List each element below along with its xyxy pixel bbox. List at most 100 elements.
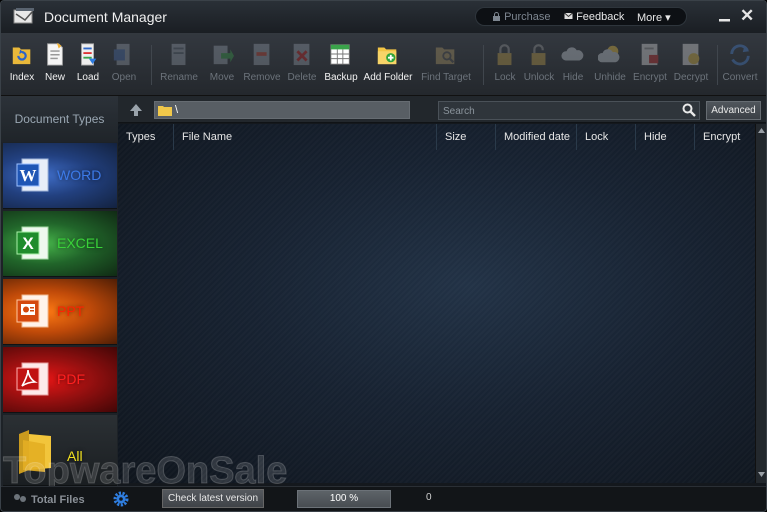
zoom-level: 100 % bbox=[297, 490, 391, 508]
path-bar: \ Advanced bbox=[118, 96, 766, 123]
column-file-name[interactable]: File Name bbox=[173, 124, 436, 150]
purchase-label: Purchase bbox=[504, 11, 551, 23]
lock-button[interactable]: Lock bbox=[490, 41, 520, 93]
delete-icon bbox=[293, 43, 310, 66]
powerpoint-icon bbox=[16, 294, 49, 328]
search-input[interactable] bbox=[438, 101, 700, 120]
excel-icon: X bbox=[16, 226, 49, 260]
more-menu[interactable]: More ▾ bbox=[637, 11, 671, 24]
hide-button[interactable]: Hide bbox=[559, 41, 587, 93]
path-text: \ bbox=[175, 104, 179, 116]
check-latest-version-button[interactable]: Check latest version bbox=[162, 489, 264, 508]
new-document-icon bbox=[47, 42, 63, 66]
new-button[interactable]: New bbox=[41, 41, 69, 93]
category-excel-label: EXCEL bbox=[57, 235, 103, 251]
purchase-link[interactable]: Purchase bbox=[492, 11, 551, 23]
svg-text:X: X bbox=[22, 234, 34, 253]
path-field[interactable]: \ bbox=[154, 101, 410, 119]
load-label: Load bbox=[76, 72, 100, 83]
move-icon bbox=[213, 45, 234, 65]
category-word-label: WORD bbox=[57, 167, 102, 183]
index-button[interactable]: Index bbox=[7, 41, 37, 93]
category-ppt[interactable]: PPT bbox=[3, 279, 117, 345]
svg-text:W: W bbox=[20, 166, 37, 185]
refresh-folder-icon bbox=[12, 47, 31, 65]
find-target-button[interactable]: Find Target bbox=[419, 41, 473, 93]
delete-label: Delete bbox=[287, 72, 317, 83]
unhide-cloud-icon bbox=[598, 45, 620, 63]
backup-button[interactable]: Backup bbox=[321, 41, 361, 93]
add-folder-label: Add Folder bbox=[363, 72, 413, 83]
mail-icon bbox=[564, 12, 573, 19]
remove-icon bbox=[253, 43, 270, 66]
backup-icon bbox=[330, 44, 350, 65]
word-icon: W bbox=[16, 158, 49, 192]
open-document-icon bbox=[113, 43, 130, 66]
column-lock[interactable]: Lock bbox=[576, 124, 635, 150]
file-count: 0 bbox=[426, 492, 432, 503]
app-window: Document Manager Purchase Feedback More … bbox=[0, 0, 767, 512]
column-modified-date[interactable]: Modified date bbox=[495, 124, 576, 150]
feedback-link[interactable]: Feedback bbox=[564, 11, 624, 23]
pdf-icon bbox=[16, 362, 49, 396]
category-pdf[interactable]: PDF bbox=[3, 347, 117, 413]
vertical-scrollbar[interactable] bbox=[755, 124, 766, 483]
lock-icon bbox=[493, 12, 500, 21]
lock-icon bbox=[497, 44, 512, 66]
file-list[interactable]: Types File Name Size Modified date Lock … bbox=[118, 124, 755, 483]
up-arrow-icon[interactable] bbox=[128, 102, 144, 118]
column-encrypt[interactable]: Encrypt bbox=[694, 124, 755, 150]
find-target-label: Find Target bbox=[421, 72, 471, 83]
add-folder-button[interactable]: Add Folder bbox=[363, 41, 413, 93]
category-excel[interactable]: X EXCEL bbox=[3, 211, 117, 277]
scroll-up-arrow-icon[interactable] bbox=[757, 126, 766, 136]
column-size[interactable]: Size bbox=[436, 124, 495, 150]
rename-button[interactable]: Rename bbox=[157, 41, 201, 93]
backup-label: Backup bbox=[324, 72, 358, 83]
decrypt-label: Decrypt bbox=[673, 72, 709, 83]
toolbar-separator bbox=[151, 45, 152, 85]
rename-label: Rename bbox=[160, 72, 198, 83]
hide-cloud-icon bbox=[561, 47, 584, 61]
advanced-search-button[interactable]: Advanced bbox=[706, 101, 761, 120]
column-hide[interactable]: Hide bbox=[635, 124, 694, 150]
remove-label: Remove bbox=[243, 72, 281, 83]
top-links-bar: Purchase Feedback More ▾ bbox=[475, 7, 687, 26]
total-files-label: Total Files bbox=[31, 494, 85, 506]
remove-button[interactable]: Remove bbox=[241, 41, 283, 93]
move-label: Move bbox=[209, 72, 235, 83]
title-bar: Document Manager Purchase Feedback More … bbox=[1, 1, 766, 33]
load-button[interactable]: Load bbox=[73, 41, 103, 93]
move-button[interactable]: Move bbox=[206, 41, 238, 93]
new-label: New bbox=[44, 72, 65, 83]
delete-button[interactable]: Delete bbox=[285, 41, 319, 93]
category-word[interactable]: W WORD bbox=[3, 143, 117, 209]
decrypt-button[interactable]: Decrypt bbox=[672, 41, 710, 93]
chevron-down-icon: ▾ bbox=[665, 12, 671, 24]
convert-label: Convert bbox=[722, 72, 758, 83]
search-icon[interactable] bbox=[682, 103, 696, 117]
hide-label: Hide bbox=[562, 72, 584, 83]
convert-icon bbox=[730, 44, 750, 66]
folder-icon bbox=[158, 106, 172, 116]
table-header: Types File Name Size Modified date Lock … bbox=[118, 124, 755, 150]
encrypt-button[interactable]: Encrypt bbox=[631, 41, 669, 93]
unhide-label: Unhide bbox=[594, 72, 626, 83]
toolbar-separator bbox=[483, 45, 484, 85]
lock-label: Lock bbox=[494, 72, 516, 83]
files-icon bbox=[14, 494, 26, 502]
convert-button[interactable]: Convert bbox=[720, 41, 760, 93]
unlock-label: Unlock bbox=[523, 72, 555, 83]
scroll-down-arrow-icon[interactable] bbox=[757, 469, 766, 479]
column-types[interactable]: Types bbox=[118, 124, 173, 150]
open-button[interactable]: Open bbox=[109, 41, 139, 93]
app-logo-icon bbox=[13, 8, 34, 24]
close-button[interactable]: ✕ bbox=[740, 7, 756, 25]
category-pdf-label: PDF bbox=[57, 371, 85, 387]
unlock-button[interactable]: Unlock bbox=[521, 41, 557, 93]
status-bar: Total Files Check latest version 100 % 0 bbox=[1, 486, 766, 511]
unhide-button[interactable]: Unhide bbox=[590, 41, 630, 93]
open-label: Open bbox=[111, 72, 137, 83]
gear-icon[interactable] bbox=[112, 490, 130, 508]
minimize-button[interactable] bbox=[718, 10, 731, 22]
